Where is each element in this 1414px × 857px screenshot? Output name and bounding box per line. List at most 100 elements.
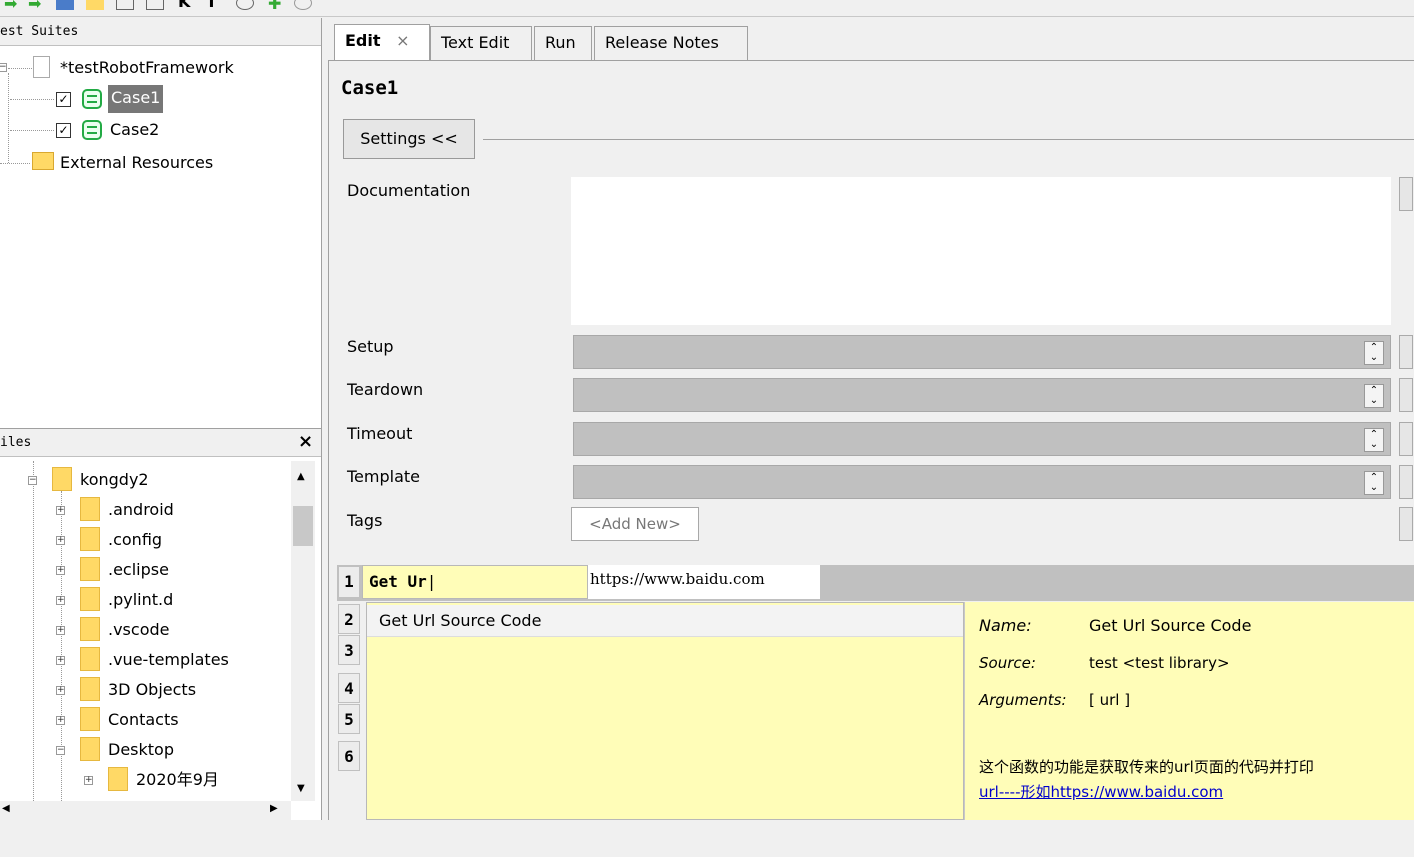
- expand-icon[interactable]: +: [56, 566, 65, 575]
- setup-clear-button[interactable]: [1399, 335, 1413, 369]
- expand-icon[interactable]: +: [56, 596, 65, 605]
- expand-icon[interactable]: +: [84, 776, 93, 785]
- back-arrow-icon[interactable]: ➡: [4, 0, 22, 13]
- tags-add-new[interactable]: <Add New>: [571, 507, 699, 541]
- scroll-up-icon[interactable]: ▲: [297, 471, 305, 482]
- page-title: Case1: [341, 77, 399, 99]
- close-icon[interactable]: ×: [298, 431, 313, 452]
- documentation-edit-button[interactable]: [1399, 177, 1413, 211]
- tab-bar: Edit × Text Edit Run Release Notes: [322, 20, 1414, 60]
- folder-eclipse[interactable]: .eclipse: [108, 557, 169, 583]
- external-resources-item[interactable]: External Resources: [60, 150, 213, 176]
- tab-text-edit[interactable]: Text Edit: [430, 26, 532, 60]
- case2-checkbox[interactable]: ✓: [56, 123, 71, 138]
- settings-divider: [483, 139, 1414, 140]
- folder-2020-9[interactable]: 2020年9月: [136, 767, 219, 793]
- suite-item[interactable]: *testRobotFramework: [60, 55, 234, 81]
- doc-line: 这个函数的功能是获取传来的url页面的代码并打印: [979, 758, 1314, 776]
- folder-contacts[interactable]: Contacts: [108, 707, 179, 733]
- folder-icon: [80, 587, 100, 611]
- arguments-value: [ url ]: [1089, 691, 1131, 709]
- expand-icon[interactable]: +: [56, 716, 65, 725]
- folder-icon: [80, 497, 100, 521]
- tab-edit[interactable]: Edit ×: [334, 24, 430, 60]
- template-label: Template: [347, 467, 421, 486]
- expand-icon[interactable]: +: [56, 656, 65, 665]
- new-resource-icon[interactable]: [146, 0, 164, 10]
- scroll-left-icon[interactable]: ◀: [2, 803, 10, 814]
- folder-config[interactable]: .config: [108, 527, 162, 553]
- folder-vscode[interactable]: .vscode: [108, 617, 169, 643]
- spinner-icon[interactable]: ⌃ ⌄: [1364, 428, 1384, 452]
- collapse-icon[interactable]: −: [56, 746, 65, 755]
- folder-pylint[interactable]: .pylint.d: [108, 587, 173, 613]
- refresh-icon[interactable]: ✚: [268, 0, 286, 13]
- collapse-icon[interactable]: −: [0, 63, 7, 72]
- timeout-field[interactable]: ⌃ ⌄: [573, 422, 1391, 456]
- stop-icon[interactable]: [294, 0, 312, 10]
- case1-checkbox[interactable]: ✓: [56, 92, 71, 107]
- expand-icon[interactable]: +: [56, 626, 65, 635]
- folder-icon: [80, 737, 100, 761]
- horizontal-scrollbar[interactable]: ◀ ▶: [0, 801, 291, 821]
- documentation-label: Documentation: [347, 181, 471, 200]
- template-clear-button[interactable]: [1399, 465, 1413, 499]
- row-number: 6: [338, 741, 360, 771]
- k-icon[interactable]: K: [178, 0, 196, 11]
- documentation-field[interactable]: [571, 177, 1391, 325]
- tab-release-notes[interactable]: Release Notes: [594, 26, 748, 60]
- close-tab-icon[interactable]: ×: [396, 31, 409, 50]
- folder-3d-objects[interactable]: 3D Objects: [108, 677, 196, 703]
- setup-field[interactable]: ⌃ ⌄: [573, 335, 1391, 369]
- case2-item[interactable]: Case2: [110, 117, 159, 143]
- tags-clear-button[interactable]: [1399, 507, 1413, 541]
- template-field[interactable]: ⌃ ⌄: [573, 465, 1391, 499]
- open-folder-icon[interactable]: [86, 0, 104, 10]
- row-number: 5: [338, 704, 360, 734]
- robot-case-icon: [82, 89, 102, 109]
- new-file-icon[interactable]: [116, 0, 134, 10]
- folder-icon: [80, 677, 100, 701]
- help-icon[interactable]: [236, 0, 254, 10]
- source-value: test <test library>: [1089, 654, 1230, 672]
- files-tree: − kongdy2 + .android + .config + .eclips…: [0, 461, 290, 801]
- teardown-label: Teardown: [347, 380, 424, 399]
- save-icon[interactable]: [56, 0, 74, 10]
- spinner-icon[interactable]: ⌃ ⌄: [1364, 384, 1384, 408]
- files-header: iles: [0, 429, 321, 457]
- scrollbar-thumb[interactable]: [293, 506, 313, 546]
- folder-desktop[interactable]: Desktop: [108, 737, 174, 763]
- tab-edit-label: Edit: [345, 31, 381, 50]
- expand-icon[interactable]: +: [56, 506, 65, 515]
- name-value: Get Url Source Code: [1089, 616, 1252, 635]
- expand-icon[interactable]: +: [56, 536, 65, 545]
- teardown-clear-button[interactable]: [1399, 378, 1413, 412]
- scroll-right-icon[interactable]: ▶: [270, 803, 278, 814]
- spinner-icon[interactable]: ⌃ ⌄: [1364, 471, 1384, 495]
- tab-run[interactable]: Run: [534, 26, 592, 60]
- scroll-down-icon[interactable]: ▼: [297, 783, 305, 794]
- keyword-cell-input[interactable]: Get Ur|: [362, 565, 588, 599]
- t-icon[interactable]: T: [206, 0, 224, 11]
- teardown-field[interactable]: ⌃ ⌄: [573, 378, 1391, 412]
- autocomplete-item[interactable]: Get Url Source Code: [367, 605, 963, 637]
- doc-link[interactable]: url----形如https://www.baidu.com: [979, 781, 1223, 802]
- source-label: Source:: [979, 654, 1036, 672]
- setup-label: Setup: [347, 337, 394, 356]
- test-suites-header: est Suites: [0, 18, 321, 46]
- case1-item[interactable]: Case1: [108, 85, 164, 113]
- row-number: 1: [338, 566, 360, 598]
- forward-arrow-icon[interactable]: ➡: [28, 0, 46, 13]
- timeout-clear-button[interactable]: [1399, 422, 1413, 456]
- spinner-icon[interactable]: ⌃ ⌄: [1364, 341, 1384, 365]
- settings-button[interactable]: Settings <<: [343, 119, 475, 159]
- collapse-icon[interactable]: −: [28, 476, 37, 485]
- folder-android[interactable]: .android: [108, 497, 174, 523]
- folder-kongdy2[interactable]: kongdy2: [80, 467, 149, 493]
- expand-icon[interactable]: +: [56, 686, 65, 695]
- vertical-scrollbar[interactable]: ▲ ▼: [291, 461, 315, 801]
- folder-vue-templates[interactable]: .vue-templates: [108, 647, 229, 673]
- argument-cell[interactable]: https://www.baidu.com: [588, 565, 820, 599]
- folder-icon: [80, 557, 100, 581]
- row-number: 4: [338, 673, 360, 703]
